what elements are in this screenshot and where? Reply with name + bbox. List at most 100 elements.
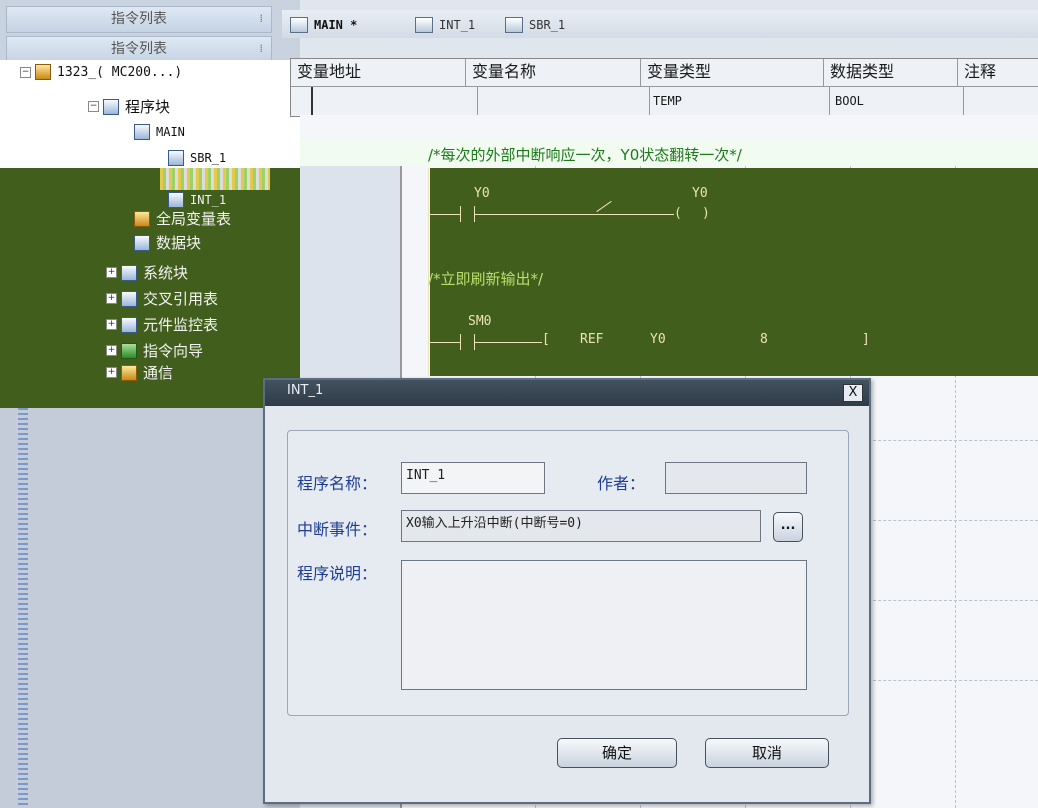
instruction-ref[interactable]: REF — [580, 332, 603, 347]
tree-item-label: 系统块 — [143, 264, 189, 282]
expand-icon[interactable]: + — [106, 367, 117, 378]
instruction-list-header[interactable]: 指令列表 ⁞ — [6, 6, 272, 33]
tree-item-global-vars[interactable]: 全局变量表 — [134, 208, 231, 229]
contact-label-1[interactable]: Y0 — [474, 186, 490, 201]
interrupt-icon — [168, 192, 184, 208]
expand-icon[interactable]: + — [106, 319, 117, 330]
author-field[interactable] — [665, 462, 807, 494]
pin-icon[interactable]: ⁞ — [260, 7, 264, 31]
ladder-tab-icon — [290, 17, 308, 33]
lower-left-panel — [0, 408, 300, 808]
editor-tab-bar — [282, 10, 1038, 38]
grid-line — [868, 600, 1038, 601]
close-button[interactable]: X — [843, 384, 863, 402]
table-cell[interactable] — [475, 87, 650, 115]
ok-button[interactable]: 确定 — [557, 738, 677, 768]
program-name-label: 程序名称： — [297, 474, 378, 493]
table-cell-var-type[interactable]: TEMP — [649, 87, 830, 115]
subroutine-tab-icon — [505, 17, 523, 33]
network-comment-2[interactable]: /*立即刷新输出*/ — [428, 268, 543, 289]
coil-open: ( — [674, 206, 682, 221]
instruction-list-header-label: 指令列表 — [111, 11, 167, 27]
dialog-title: INT_1 — [287, 383, 324, 398]
column-header-name[interactable]: 变量名称 — [466, 59, 641, 87]
tree-item-int1[interactable]: INT_1 — [168, 192, 226, 208]
cross-reference-icon — [121, 290, 137, 307]
tree-project[interactable]: − 1323_( MC200...) — [20, 64, 182, 80]
tree-item-label: 元件监控表 — [143, 316, 219, 334]
tree-item-monitor-table[interactable]: + 元件监控表 — [106, 314, 218, 335]
program-name-field[interactable]: INT_1 — [401, 462, 545, 494]
project-label: 1323_( MC200...) — [57, 64, 183, 80]
expand-icon[interactable]: + — [106, 267, 117, 278]
browse-event-button[interactable]: ... — [773, 512, 803, 542]
tree-item-label: 交叉引用表 — [143, 290, 219, 308]
ladder-header-strip — [300, 115, 1038, 140]
column-header-data-type[interactable]: 数据类型 — [824, 59, 958, 87]
expand-icon[interactable]: + — [106, 345, 117, 356]
subroutine-icon — [168, 150, 184, 166]
expand-icon[interactable]: + — [106, 293, 117, 304]
program-block-icon — [103, 98, 119, 115]
collapse-icon[interactable]: − — [88, 101, 99, 112]
tab-label: SBR_1 — [529, 18, 566, 32]
column-header-var-type[interactable]: 变量类型 — [641, 59, 824, 87]
contact-label-2[interactable]: SM0 — [468, 314, 491, 329]
tree-item-main[interactable]: MAIN — [134, 124, 185, 140]
instruction-open-bracket: [ — [542, 332, 550, 347]
tree-item-wizard[interactable]: + 指令向导 — [106, 340, 203, 361]
ladder-program-icon — [134, 124, 150, 140]
tree-item-communication[interactable]: + 通信 — [106, 362, 173, 383]
column-header-address[interactable]: 变量地址 — [291, 59, 466, 87]
contact-bar — [460, 206, 461, 222]
rung-wire — [430, 214, 460, 215]
instruction-list-header-2-label: 指令列表 — [111, 41, 167, 57]
tree-item-label: SBR_1 — [190, 151, 227, 165]
monitor-table-icon — [121, 316, 137, 333]
collapse-icon[interactable]: − — [20, 66, 31, 78]
tree-item-program-blocks[interactable]: − 程序块 — [88, 96, 170, 117]
system-block-icon — [121, 264, 137, 281]
tree-item-label: INT_1 — [190, 193, 227, 207]
instruction-close-bracket: ] — [862, 332, 870, 347]
tree-item-label: 程序块 — [125, 98, 171, 116]
pin-icon-2[interactable]: ⁞ — [260, 37, 264, 61]
cancel-button[interactable]: 取消 — [705, 738, 829, 768]
table-cell[interactable] — [311, 87, 478, 115]
scroll-stripe — [18, 408, 28, 808]
variable-table: 变量地址 变量名称 变量类型 数据类型 注释 TEMP BOOL — [290, 58, 1038, 117]
tab-int1[interactable]: INT_1 — [415, 14, 475, 36]
coil-label-1[interactable]: Y0 — [692, 186, 708, 201]
tree-item-label: 通信 — [143, 364, 174, 382]
author-label: 作者： — [597, 474, 646, 493]
grid-line — [868, 520, 1038, 521]
tab-sbr1[interactable]: SBR_1 — [505, 14, 565, 36]
table-cell-data-type[interactable]: BOOL — [831, 87, 964, 115]
program-description-field[interactable] — [401, 560, 807, 690]
global-variables-icon — [134, 210, 150, 227]
instruction-operand-2[interactable]: 8 — [760, 332, 768, 347]
instruction-operand-1[interactable]: Y0 — [650, 332, 666, 347]
program-description-label: 程序说明： — [297, 564, 378, 583]
interrupt-event-label: 中断事件： — [297, 520, 378, 539]
column-header-comment[interactable]: 注释 — [958, 59, 1038, 87]
tab-main[interactable]: MAIN * — [290, 14, 357, 36]
tree-item-data-block[interactable]: 数据块 — [134, 232, 201, 253]
rung-wire — [474, 214, 674, 215]
instruction-list-header-2[interactable]: 指令列表 ⁞ — [6, 36, 272, 63]
program-properties-dialog: INT_1 X 程序名称： INT_1 作者： 中断事件： X0输入上升沿中断(… — [263, 378, 871, 804]
project-icon — [35, 64, 51, 80]
interrupt-event-field[interactable]: X0输入上升沿中断(中断号=0) — [401, 510, 761, 542]
interrupt-tab-icon — [415, 17, 433, 33]
tree-item-system-block[interactable]: + 系统块 — [106, 262, 188, 283]
dialog-titlebar[interactable] — [265, 380, 869, 406]
tree-item-label: 数据块 — [156, 234, 202, 252]
wizard-icon — [121, 342, 137, 359]
rung-wire — [474, 342, 542, 343]
tree-item-sbr1[interactable]: SBR_1 — [168, 150, 226, 166]
tab-label: INT_1 — [439, 18, 476, 32]
network-comment-1[interactable]: /*每次的外部中断响应一次，Y0状态翻转一次*/ — [428, 144, 742, 165]
rung-wire — [430, 342, 460, 343]
tree-item-cross-ref[interactable]: + 交叉引用表 — [106, 288, 218, 309]
tree-item-label: 指令向导 — [143, 342, 204, 360]
